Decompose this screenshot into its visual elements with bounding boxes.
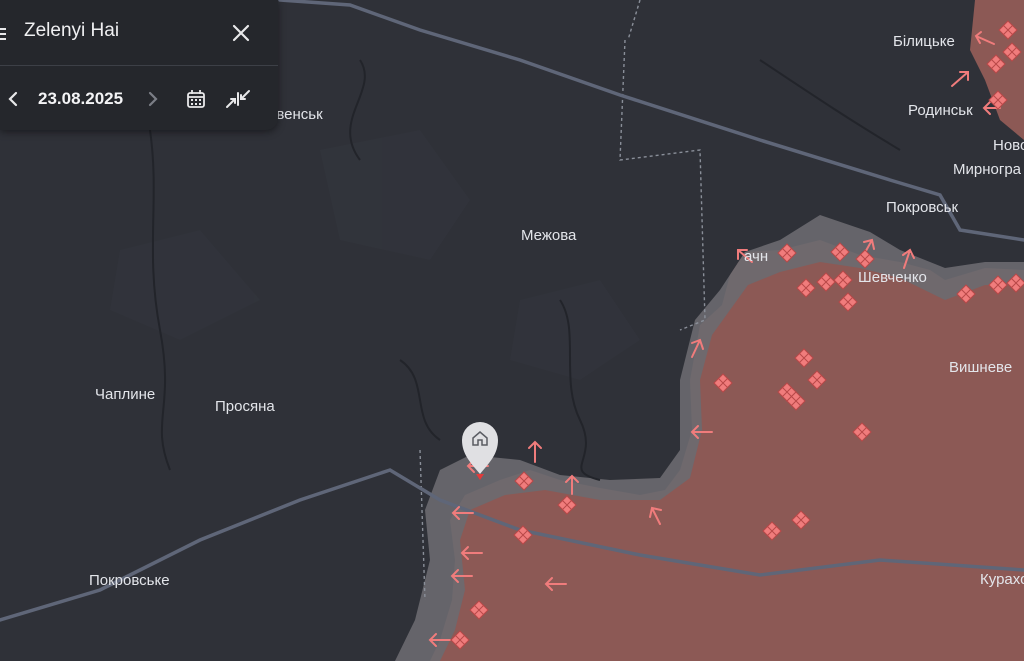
place-shevchenko: Шевченко: [858, 269, 927, 286]
place-rodynske: Родинськ: [908, 102, 973, 119]
place-kurakhove: Курахо: [980, 571, 1024, 588]
chevron-right-icon[interactable]: [146, 90, 160, 108]
chevron-left-icon[interactable]: [6, 90, 20, 108]
place-mezhova: Межова: [521, 227, 577, 244]
place-prosiana: Просяна: [215, 398, 275, 415]
place-bilytske: Білицьке: [893, 33, 955, 50]
location-title: Zelenyi Hai: [24, 20, 120, 41]
place-chapline: Чаплине: [95, 386, 155, 403]
close-icon[interactable]: [230, 22, 252, 44]
calendar-icon[interactable]: [185, 88, 207, 110]
place-pokrovske: Покровське: [89, 572, 170, 589]
menu-icon[interactable]: [0, 28, 6, 42]
date-display[interactable]: 23.08.2025: [38, 89, 123, 109]
compare-icon[interactable]: [225, 88, 251, 110]
place-novo: Ново: [993, 137, 1024, 154]
place-pokrovsk: Покровськ: [886, 199, 958, 216]
location-panel: Zelenyi Hai 23.08.2025: [0, 0, 278, 130]
place-myrnohrad: Мирногра: [953, 161, 1022, 178]
place-vyshneve: Вишневе: [949, 359, 1012, 376]
place-rachyn: ачн: [744, 248, 768, 265]
